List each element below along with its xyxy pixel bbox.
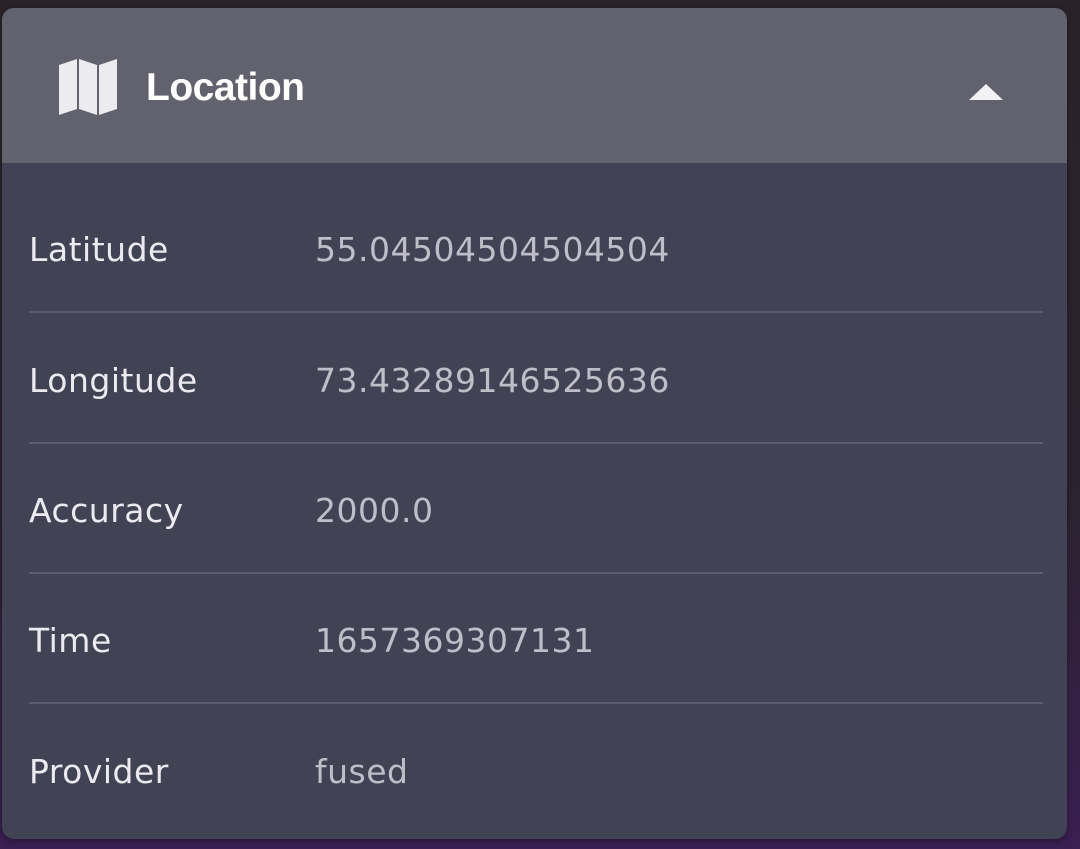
row-latitude: Latitude 55.04504504504504 — [2, 163, 1067, 293]
location-card-header[interactable]: Location — [2, 8, 1067, 163]
panel-title: Location — [146, 66, 305, 109]
row-value: 55.04504504504504 — [315, 230, 670, 269]
row-provider: Provider fused — [2, 683, 1067, 813]
row-time: Time 1657369307131 — [2, 553, 1067, 683]
location-card: Location Latitude 55.04504504504504 Long… — [2, 8, 1067, 839]
row-label: Provider — [29, 752, 169, 791]
row-longitude: Longitude 73.43289146525636 — [2, 293, 1067, 423]
chevron-up-icon — [969, 84, 1003, 100]
row-label: Latitude — [29, 230, 169, 269]
row-value: 73.43289146525636 — [315, 361, 670, 400]
row-value: fused — [315, 752, 409, 791]
row-label: Accuracy — [29, 491, 184, 530]
row-value: 1657369307131 — [315, 621, 595, 660]
row-label: Longitude — [29, 361, 198, 400]
collapse-button[interactable] — [957, 70, 1015, 114]
row-label: Time — [29, 621, 112, 660]
row-value: 2000.0 — [315, 491, 434, 530]
map-icon — [57, 57, 119, 117]
row-accuracy: Accuracy 2000.0 — [2, 423, 1067, 553]
